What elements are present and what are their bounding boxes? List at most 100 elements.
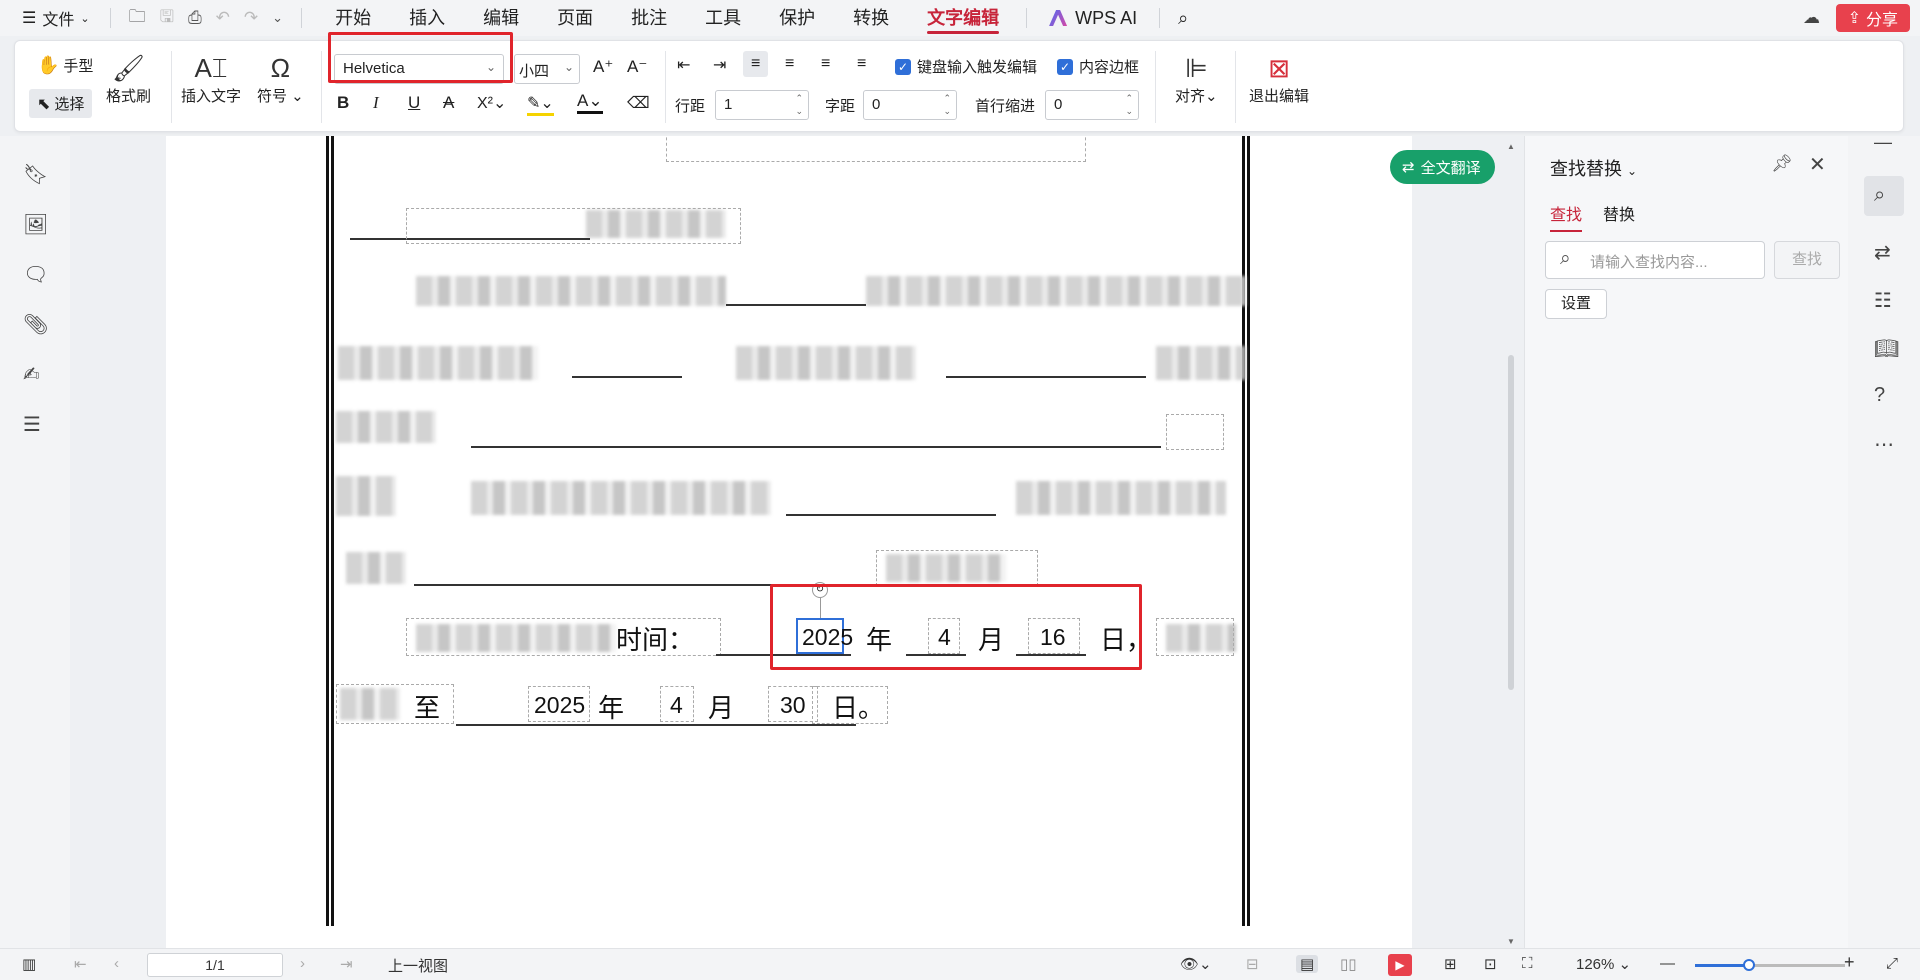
play-slideshow-icon[interactable]: ▶ [1388, 954, 1412, 976]
undo-icon[interactable]: ↶ [216, 8, 230, 28]
search-icon[interactable]: ⌕ [1168, 8, 1198, 29]
zoom-slider-knob[interactable] [1743, 959, 1755, 971]
text-box-frame[interactable] [1156, 618, 1234, 656]
start-year-value[interactable]: 2025 [802, 624, 853, 651]
search-icon[interactable]: ⌕ [1864, 176, 1904, 216]
strikethrough-icon[interactable]: A [443, 93, 454, 113]
font-family-select[interactable]: Helvetica ⌄ [334, 54, 504, 84]
attachment-icon[interactable]: 📎︎ [23, 312, 48, 337]
bookmark-icon[interactable]: 🔖︎ [23, 162, 48, 187]
scroll-down-icon[interactable]: ▼ [1507, 937, 1515, 946]
tab-start[interactable]: 开始 [316, 0, 390, 36]
content-border-checkbox[interactable]: ✓ 内容边框 [1057, 56, 1139, 77]
eye-icon[interactable]: 👁︎⌄ [1180, 955, 1212, 973]
next-page-icon[interactable]: › [300, 955, 305, 972]
tab-convert[interactable]: 转换 [834, 0, 908, 36]
text-box-frame[interactable] [406, 208, 741, 244]
tab-tools[interactable]: 工具 [686, 0, 760, 36]
format-painter-button[interactable]: 🖌 格式刷 [106, 51, 151, 106]
help-icon[interactable]: ? [1874, 384, 1885, 407]
redo-icon[interactable]: ↷ [244, 8, 258, 28]
font-color-icon[interactable]: A⌄ [577, 91, 603, 114]
first-line-indent-input[interactable]: 0 ⌃ ⌄ [1045, 90, 1139, 120]
wps-ai-button[interactable]: WPS AI [1035, 8, 1151, 29]
increase-font-icon[interactable]: A⁺ [593, 57, 613, 77]
start-month-value[interactable]: 4 [938, 624, 951, 651]
tab-edit[interactable]: 编辑 [464, 0, 538, 36]
tab-page[interactable]: 页面 [538, 0, 612, 36]
open-folder-icon[interactable]: 🗀 [129, 4, 146, 33]
zoom-out-icon[interactable]: — [1660, 955, 1675, 972]
tab-protect[interactable]: 保护 [760, 0, 834, 36]
signature-pen-icon[interactable]: ✍︎ [23, 362, 40, 387]
prev-page-icon[interactable]: ‹ [114, 955, 119, 972]
align-objects-button[interactable]: ⊫ 对齐⌄ [1175, 51, 1218, 106]
zoom-level-select[interactable]: 126% ⌄ [1576, 955, 1631, 973]
save-icon[interactable]: 🖫 [160, 4, 174, 33]
single-page-icon[interactable]: ▤ [1296, 955, 1319, 973]
print-icon[interactable]: ⎙ [188, 8, 202, 28]
vertical-scrollbar[interactable]: ▲ ▼ [1506, 140, 1516, 948]
settings-button[interactable]: 设置 [1545, 289, 1607, 319]
increase-indent-icon[interactable]: ⇥ [713, 55, 726, 75]
line-spacing-input[interactable]: 1 ⌃ ⌄ [715, 90, 809, 120]
end-month-value[interactable]: 4 [670, 692, 683, 719]
scrollbar-thumb[interactable] [1508, 355, 1514, 690]
keyboard-trigger-checkbox[interactable]: ✓ 键盘输入触发编辑 [895, 56, 1037, 77]
decrease-font-icon[interactable]: A⁻ [627, 57, 647, 77]
scroll-up-icon[interactable]: ▲ [1507, 142, 1515, 151]
search-input[interactable]: ⌕ 请输入查找内容... [1545, 241, 1765, 279]
last-page-icon[interactable]: ⇥ [340, 955, 353, 973]
font-size-select[interactable]: 小四 ⌄ [514, 54, 580, 84]
two-page-scroll-icon[interactable]: ⊟ [1246, 955, 1259, 973]
exit-edit-button[interactable]: ⊠ 退出编辑 [1249, 51, 1309, 106]
crop-icon[interactable]: ⛶ [1522, 955, 1533, 972]
char-spacing-input[interactable]: 0 ⌃ ⌄ [863, 90, 957, 120]
eraser-icon[interactable]: ⌫ [627, 93, 650, 113]
image-icon[interactable]: 🖼︎ [23, 212, 48, 237]
rotate-handle-icon[interactable]: ↻ [812, 582, 828, 598]
file-menu[interactable]: ☰ 文件 ⌄ [0, 6, 102, 30]
align-left-icon[interactable]: ≡ [743, 51, 769, 77]
cloud-upload-icon[interactable]: ☁ [1803, 8, 1820, 28]
fit-width-icon[interactable]: ⊞ [1444, 955, 1457, 973]
more-icon[interactable]: ⋯ [1874, 432, 1894, 457]
sidebar-toggle-icon[interactable]: ▥ [22, 955, 36, 973]
insert-text-button[interactable]: A⌶ 插入文字 [181, 51, 241, 106]
share-button[interactable]: ⇪ 分享 [1835, 4, 1910, 32]
zoom-in-icon[interactable]: + [1844, 952, 1855, 973]
end-day-value[interactable]: 30 [780, 692, 806, 719]
align-right-icon[interactable]: ≡ [821, 55, 830, 73]
fullscreen-icon[interactable]: ⤢ [1886, 955, 1898, 972]
select-tool-button[interactable]: ⬉ 选择 [29, 89, 93, 118]
find-panel-title[interactable]: 查找替换 ⌄ [1550, 155, 1637, 181]
bold-icon[interactable]: B [337, 93, 349, 113]
full-translate-button[interactable]: ⇄ 全文翻译 [1390, 150, 1495, 184]
align-center-icon[interactable]: ≡ [785, 55, 794, 73]
comment-icon[interactable]: 🗨︎ [23, 262, 48, 287]
fit-page-icon[interactable]: ⊡ [1484, 955, 1497, 973]
underline-icon[interactable]: U [408, 93, 420, 113]
text-box-frame[interactable] [1166, 414, 1224, 450]
more-chevron-icon[interactable]: ⌄ [272, 10, 283, 26]
minimize-panel-icon[interactable]: — [1874, 132, 1892, 153]
symbol-button[interactable]: Ω 符号 ⌄ [257, 51, 304, 106]
tab-replace[interactable]: 替换 [1603, 201, 1635, 225]
text-box-frame[interactable] [812, 686, 888, 724]
tab-insert[interactable]: 插入 [390, 0, 464, 36]
tab-find[interactable]: 查找 [1550, 201, 1583, 232]
pin-icon[interactable]: 📌︎ [1771, 154, 1793, 174]
superscript-icon[interactable]: X²⌄ [477, 93, 506, 113]
page-number-input[interactable]: 1/1 [147, 953, 283, 977]
tab-text-edit[interactable]: 文字编辑 [908, 0, 1018, 36]
first-page-icon[interactable]: ⇤ [74, 955, 87, 973]
justify-icon[interactable]: ≡ [857, 55, 866, 73]
sliders-icon[interactable]: ☷ [1874, 288, 1892, 313]
dual-page-icon[interactable]: ▯▯ [1340, 955, 1357, 973]
layers-icon[interactable]: ☰ [23, 412, 41, 437]
zoom-slider[interactable] [1695, 959, 1845, 971]
find-button[interactable]: 查找 [1774, 241, 1840, 279]
translate-icon[interactable]: ⇄ [1874, 240, 1891, 265]
end-year-value[interactable]: 2025 [534, 692, 585, 719]
decrease-indent-icon[interactable]: ⇤ [677, 55, 690, 75]
